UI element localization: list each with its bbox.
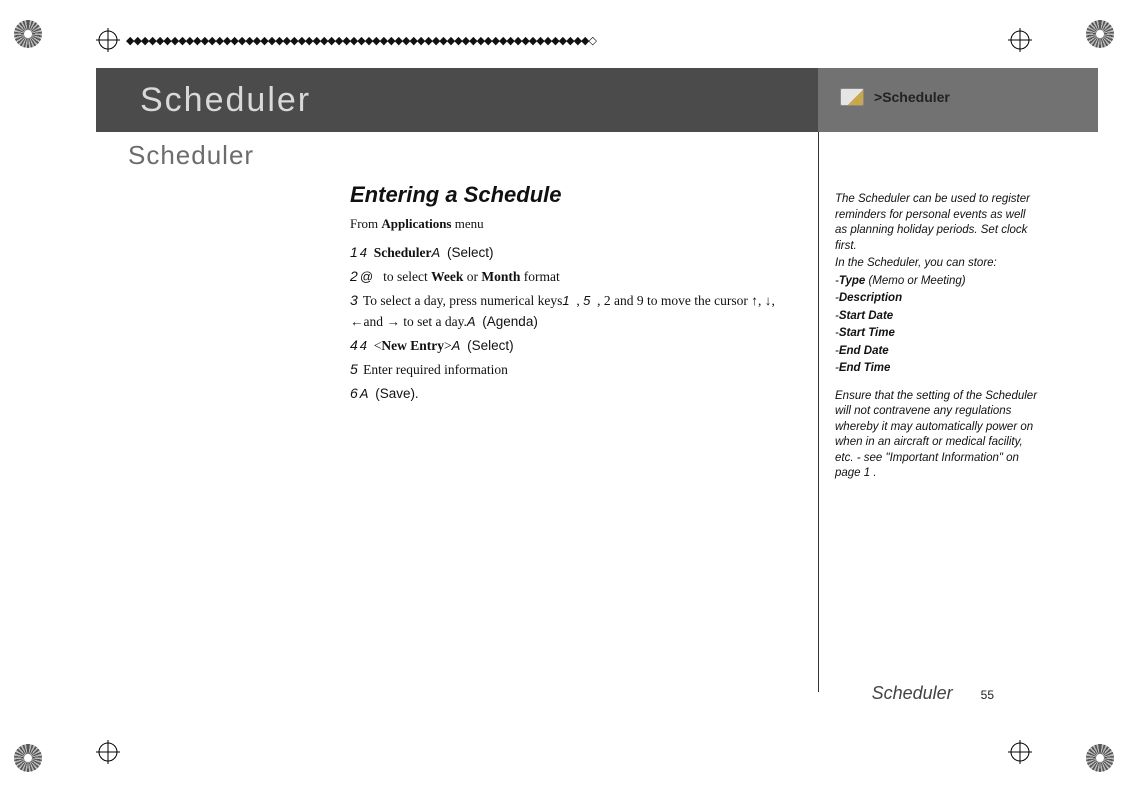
from-menu-name: Applications: [381, 216, 451, 231]
step-text: to select: [380, 269, 431, 284]
step-number: 5: [350, 361, 358, 377]
step-text: .: [415, 386, 418, 401]
side-note: The Scheduler can be used to register re…: [835, 192, 1040, 484]
soft-key: A: [452, 338, 461, 353]
section-subtitle: Scheduler: [128, 140, 254, 171]
registration-mark: [96, 740, 120, 764]
vertical-divider: [818, 132, 819, 692]
softkey-label: (Select): [447, 245, 494, 260]
softkey-label: (Save): [375, 386, 415, 401]
option-month: Month: [481, 269, 520, 284]
side-paragraph-1: The Scheduler can be used to register re…: [835, 192, 1040, 254]
step-1: 14 SchedulerA (Select): [350, 242, 790, 264]
nav-key: @: [360, 269, 373, 284]
step-5: 5 Enter required information: [350, 359, 790, 381]
step-text: To select a day, press numerical keys: [360, 293, 563, 308]
main-content: Entering a Schedule From Applications me…: [350, 182, 790, 406]
page-title: Scheduler: [140, 81, 311, 120]
step-6: 6A (Save).: [350, 383, 790, 405]
print-mark-top-right: [1086, 20, 1114, 48]
entering-schedule-heading: Entering a Schedule: [350, 182, 790, 208]
soft-key: A: [467, 314, 476, 329]
nav-key: 4: [360, 338, 367, 353]
step-number: 3: [350, 292, 358, 308]
field-type-suffix: (Memo or Meeting): [865, 275, 965, 287]
field-start-date-label: Start Date: [839, 310, 893, 322]
option-week: Week: [431, 269, 463, 284]
print-mark-bottom-right: [1086, 744, 1114, 772]
step-text: Enter required information: [360, 362, 508, 377]
side-field-start-time: -Start Time: [835, 326, 1040, 342]
field-type-label: Type: [839, 275, 865, 287]
decorative-diamond-row: ◆◆◆◆◆◆◆◆◆◆◆◆◆◆◆◆◆◆◆◆◆◆◆◆◆◆◆◆◆◆◆◆◆◆◆◆◆◆◆◆…: [126, 34, 596, 47]
from-prefix: From: [350, 216, 381, 231]
field-description-label: Description: [839, 292, 902, 304]
from-applications-line: From Applications menu: [350, 216, 790, 232]
soft-key: A: [360, 386, 369, 401]
side-paragraph-2: In the Scheduler, you can store:: [835, 256, 1040, 272]
breadcrumb-text: Scheduler: [882, 89, 950, 105]
step-number: 1: [350, 244, 358, 260]
side-field-description: -Description: [835, 291, 1040, 307]
registration-mark: [96, 28, 120, 52]
field-end-time-label: End Time: [839, 362, 891, 374]
print-mark-bottom-left: [14, 744, 42, 772]
bracket: >: [444, 338, 452, 353]
step-text: format: [520, 269, 559, 284]
step-3: 3 To select a day, press numerical keys1…: [350, 290, 790, 333]
step-4: 44 <New Entry>A (Select): [350, 335, 790, 357]
step-2: 2@ to select Week or Month format: [350, 266, 790, 288]
side-field-end-time: -End Time: [835, 361, 1040, 377]
print-mark-top-left: [14, 20, 42, 48]
softkey-label: (Select): [467, 338, 514, 353]
sim-card-icon: [840, 88, 864, 106]
softkey-label: (Agenda): [482, 314, 538, 329]
side-paragraph-3: Ensure that the setting of the Scheduler…: [835, 389, 1040, 482]
step-number: 6: [350, 385, 358, 401]
registration-mark: [1008, 28, 1032, 52]
from-suffix: menu: [452, 216, 484, 231]
field-end-date-label: End Date: [839, 345, 889, 357]
page-footer: Scheduler 55: [872, 683, 994, 704]
side-field-type: -Type (Memo or Meeting): [835, 274, 1040, 290]
step-number: 2: [350, 268, 358, 284]
footer-page-number: 55: [981, 688, 994, 702]
soft-key: A: [432, 245, 441, 260]
side-field-end-date: -End Date: [835, 344, 1040, 360]
field-start-time-label: Start Time: [839, 327, 895, 339]
registration-mark: [1008, 740, 1032, 764]
breadcrumb: > Scheduler: [840, 88, 950, 106]
menu-item-scheduler: Scheduler: [374, 245, 432, 260]
nav-key: 4: [360, 245, 367, 260]
step-text: or: [463, 269, 481, 284]
header-dark-section: Scheduler: [96, 68, 818, 132]
footer-title: Scheduler: [872, 683, 953, 704]
breadcrumb-prefix: >: [874, 89, 882, 105]
side-field-start-date: -Start Date: [835, 309, 1040, 325]
step-list: 14 SchedulerA (Select) 2@ to select Week…: [350, 242, 790, 404]
numeric-key: 5: [583, 293, 590, 308]
menu-item-new-entry: New Entry: [381, 338, 444, 353]
step-number: 4: [350, 337, 358, 353]
numeric-key: 1: [562, 293, 569, 308]
